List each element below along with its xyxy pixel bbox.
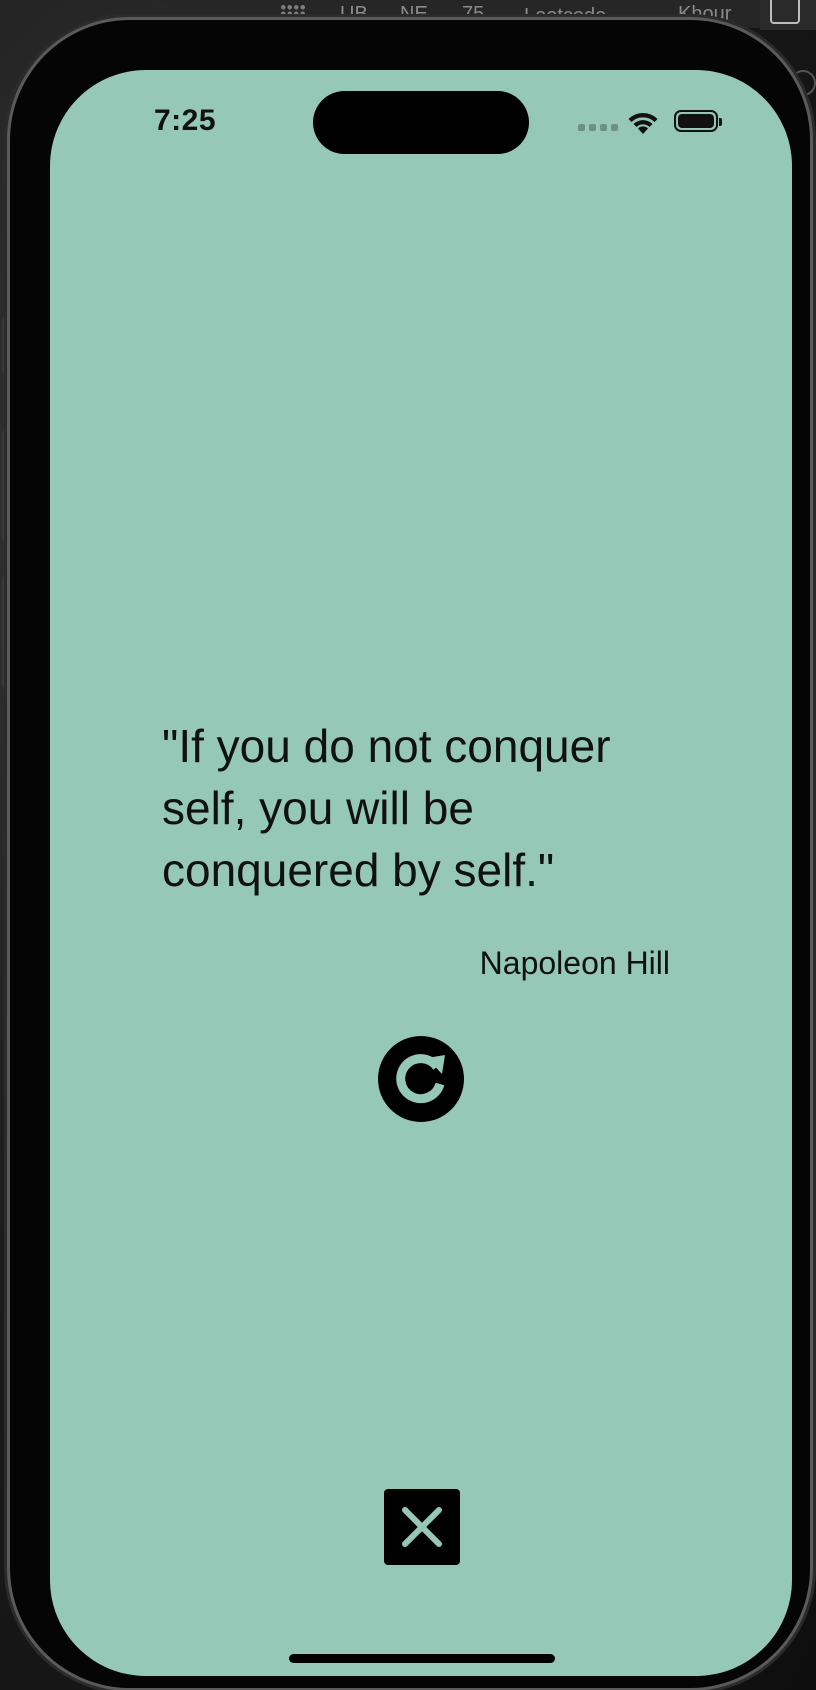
battery-icon xyxy=(674,110,722,132)
home-indicator[interactable] xyxy=(289,1654,555,1663)
mute-switch xyxy=(2,318,10,374)
close-button[interactable] xyxy=(384,1489,460,1565)
refresh-button[interactable] xyxy=(378,1036,464,1122)
app-screen: 7:25 "If you do not conquer self, you wi… xyxy=(50,70,792,1676)
cellular-signal-icon xyxy=(578,124,618,131)
quote-author: Napoleon Hill xyxy=(479,945,670,981)
refresh-icon xyxy=(396,1054,445,1104)
host-window-corner xyxy=(760,0,816,30)
volume-down-button xyxy=(2,576,10,688)
volume-up-button xyxy=(2,430,10,542)
copy-icon[interactable] xyxy=(770,0,800,24)
close-icon xyxy=(402,1507,442,1547)
quote-text: "If you do not conquer self, you will be… xyxy=(162,720,611,896)
status-time: 7:25 xyxy=(154,104,217,137)
wifi-icon xyxy=(628,112,658,134)
dynamic-island xyxy=(313,91,529,154)
phone-frame: 7:25 "If you do not conquer self, you wi… xyxy=(10,20,810,1688)
